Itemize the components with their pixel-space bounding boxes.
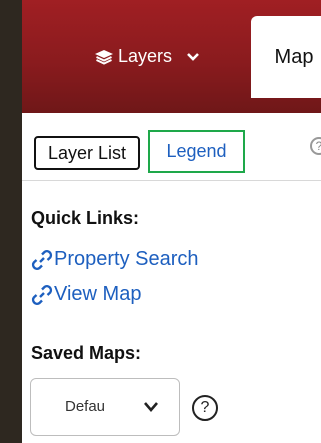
layers-dropdown-button[interactable]: Layers <box>94 46 200 67</box>
top-toolbar: Layers Map <box>22 0 321 113</box>
layer-list-label: Layer List <box>47 142 127 163</box>
link-view-map[interactable]: View Map <box>31 283 141 306</box>
saved-maps-selected-value: Defau <box>65 398 106 415</box>
saved-maps-help-button[interactable]: ? <box>192 395 218 421</box>
quick-links-title: Quick Links: <box>31 208 140 228</box>
layers-icon <box>95 49 113 65</box>
map-tab-label: Map <box>274 45 314 68</box>
link-label: View Map <box>54 283 142 305</box>
help-icon: ? <box>200 399 210 416</box>
chevron-down-icon <box>144 402 158 412</box>
layers-label: Layers <box>118 46 173 66</box>
link-property-search[interactable]: Property Search <box>31 248 199 271</box>
link-label: Property Search <box>54 248 199 270</box>
chevron-down-icon <box>187 52 199 61</box>
left-frame <box>0 0 22 443</box>
help-icon[interactable]: ? <box>310 137 321 155</box>
side-panel: Layer List Legend ? Quick Links: Propert… <box>22 113 321 443</box>
tab-map[interactable]: Map <box>251 16 321 98</box>
panel-tabs: Layer List Legend ? <box>22 113 321 181</box>
tab-legend[interactable]: Legend <box>148 130 245 173</box>
link-icon <box>31 284 53 305</box>
legend-label: Legend <box>166 141 227 161</box>
saved-maps-select[interactable]: Defau <box>30 378 180 436</box>
link-icon <box>31 249 53 270</box>
tab-layer-list[interactable]: Layer List <box>34 136 140 170</box>
saved-maps-title: Saved Maps: <box>31 343 142 363</box>
